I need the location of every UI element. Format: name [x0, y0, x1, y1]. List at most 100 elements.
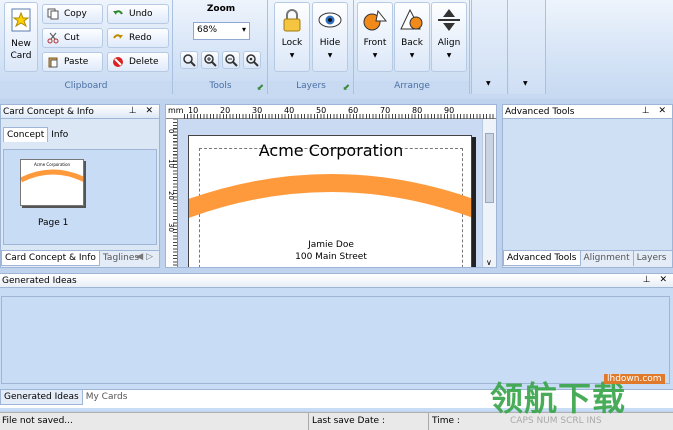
vertical-ruler: 0 10 20 30: [166, 119, 178, 267]
pin-close-icon[interactable]: ⊥ ✕: [129, 105, 156, 117]
vertical-scrollbar[interactable]: ∨: [482, 119, 496, 267]
panel-tabs: Concept Info: [1, 119, 159, 143]
zoom-fit-button[interactable]: [243, 51, 261, 69]
copy-button[interactable]: Copy: [42, 4, 103, 24]
undo-label: Undo: [129, 9, 153, 19]
undo-icon: [113, 10, 123, 15]
ribbon: New Card Copy Cut Paste Undo Redo Delete…: [0, 0, 673, 99]
scissors-icon: [47, 32, 59, 44]
back-button[interactable]: Back ▼: [394, 2, 430, 72]
arrange-group: Front ▼ Back ▼ Align ▼ Arrange: [355, 0, 470, 94]
tab-advanced-tools[interactable]: Advanced Tools: [503, 251, 581, 266]
time-status: Time :: [432, 416, 460, 426]
zoom-title: Zoom: [206, 4, 236, 14]
watermark-site: lhdown.com: [604, 374, 665, 384]
align-dropdown-icon: ▼: [446, 52, 452, 59]
paste-button[interactable]: Paste: [42, 52, 103, 72]
layers-group: Lock ▼ Hide ▼ Layers ⬋: [269, 0, 354, 94]
front-label: Front: [363, 38, 387, 48]
advanced-tools-panel: Advanced Tools ⊥ ✕ Advanced Tools Alignme…: [502, 104, 673, 268]
ideas-list: [1, 296, 670, 384]
vruler-label: 20: [167, 191, 175, 200]
lock-icon: [283, 9, 301, 32]
tab-card-concept[interactable]: Card Concept & Info: [1, 251, 100, 266]
zoom-in-button[interactable]: [201, 51, 219, 69]
ruler-label: 40: [284, 106, 295, 115]
scroll-down-icon[interactable]: ∨: [486, 258, 492, 267]
contact-name[interactable]: Jamie Doe: [189, 240, 471, 250]
scrollbar-thumb[interactable]: [485, 133, 494, 203]
copy-label: Copy: [64, 9, 87, 19]
vruler-label: 30: [167, 223, 175, 232]
tab-my-cards[interactable]: My Cards: [82, 390, 131, 405]
pin-close-icon[interactable]: ⊥ ✕: [642, 105, 669, 117]
new-card-button[interactable]: New Card: [4, 2, 38, 72]
tools-group: Zoom 68% ▾ Tools ⬋: [174, 0, 268, 94]
redo-label: Redo: [129, 33, 152, 43]
tab-concept[interactable]: Concept: [3, 127, 49, 142]
ruler-label: 80: [412, 106, 423, 115]
hide-button[interactable]: Hide ▼: [312, 2, 348, 72]
undo-button[interactable]: Undo: [107, 4, 169, 24]
company-name[interactable]: Acme Corporation: [189, 141, 471, 160]
delete-label: Delete: [129, 57, 159, 67]
pin-close-icon[interactable]: ⊥ ✕: [643, 274, 670, 286]
collapsed-group-1[interactable]: ▼: [471, 0, 508, 94]
group-launcher-icon[interactable]: ⬋: [256, 83, 264, 93]
ruler-label: 20: [220, 106, 231, 115]
eye-icon: [318, 12, 342, 28]
new-card-icon: [11, 8, 31, 32]
ruler-label: 50: [316, 106, 327, 115]
copy-icon: [47, 8, 59, 20]
chevron-down-icon: ▾: [241, 25, 246, 34]
panel-header: Card Concept & Info ⊥ ✕: [1, 105, 159, 119]
tab-info[interactable]: Info: [48, 128, 71, 143]
bottom-tabs: Advanced Tools Alignment Layers: [503, 250, 672, 267]
zoom-select[interactable]: 68% ▾: [193, 22, 250, 40]
front-button[interactable]: Front ▼: [357, 2, 393, 72]
thumbnail-arc: [21, 169, 83, 183]
collapsed-group-2[interactable]: ▼: [509, 0, 546, 94]
tab-layers[interactable]: Layers: [633, 251, 670, 266]
page-thumbnail[interactable]: Acme Corporation: [20, 159, 84, 206]
panel-title: Card Concept & Info: [3, 107, 94, 117]
panel-title: Advanced Tools: [505, 107, 575, 117]
align-label: Align: [437, 38, 461, 48]
redo-icon: [113, 34, 123, 39]
ruler-label: 30: [252, 106, 263, 115]
arrange-group-label: Arrange: [355, 81, 469, 94]
business-card[interactable]: Acme Corporation Jamie Doe 100 Main Stre…: [188, 135, 472, 267]
card-concept-panel: Card Concept & Info ⊥ ✕ Concept Info Acme…: [0, 104, 160, 268]
ruler-label: 10: [188, 106, 199, 115]
vruler-label: 10: [167, 159, 175, 168]
lock-dropdown-icon: ▼: [289, 52, 295, 59]
zoom-out-icon: [225, 54, 238, 67]
contact-street[interactable]: 100 Main Street: [189, 252, 471, 262]
horizontal-ruler: mm 10 20 30 40 50 60 70 80 90: [166, 105, 496, 119]
ruler-unit: mm: [168, 106, 184, 115]
cut-button[interactable]: Cut: [42, 28, 103, 48]
align-button[interactable]: Align ▼: [431, 2, 467, 72]
lock-label: Lock: [281, 38, 303, 48]
tab-scroll-icon[interactable]: ◀ ▷: [136, 252, 153, 262]
zoom-value: 68%: [197, 25, 218, 35]
magnifier-icon: [183, 54, 196, 67]
group-launcher-icon[interactable]: ⬋: [342, 83, 350, 93]
lock-button[interactable]: Lock ▼: [274, 2, 310, 72]
tab-alignment[interactable]: Alignment: [580, 251, 634, 266]
delete-button[interactable]: Delete: [107, 52, 169, 72]
ruler-label: 60: [348, 106, 359, 115]
chevron-down-icon: ▼: [486, 80, 491, 87]
redo-button[interactable]: Redo: [107, 28, 169, 48]
clipboard-group-label: Clipboard: [0, 81, 172, 94]
tab-generated-ideas[interactable]: Generated Ideas: [0, 390, 83, 405]
hide-label: Hide: [319, 38, 341, 48]
ruler-label: 70: [380, 106, 391, 115]
orange-arc[interactable]: [189, 164, 472, 224]
cut-label: Cut: [64, 33, 80, 43]
zoom-out-button[interactable]: [222, 51, 240, 69]
panel-title: Generated Ideas: [2, 276, 77, 286]
zoom-tool-button[interactable]: [180, 51, 198, 69]
zoom-in-icon: [204, 54, 217, 67]
page-label: Page 1: [38, 218, 69, 228]
